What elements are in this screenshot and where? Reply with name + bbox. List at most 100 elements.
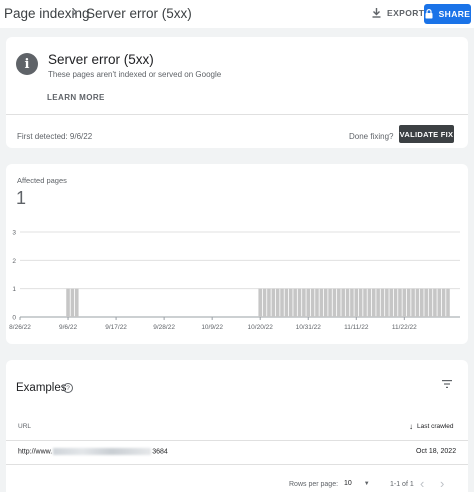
download-icon — [372, 8, 381, 18]
export-button[interactable]: EXPORT — [372, 8, 424, 18]
chart-bar — [258, 288, 262, 317]
x-tick-label: 11/22/22 — [392, 324, 417, 331]
chart-bar — [402, 288, 407, 317]
chart-bar — [385, 288, 389, 317]
chart-bar — [341, 288, 345, 317]
y-tick-label: 0 — [12, 315, 16, 322]
validate-fix-button[interactable]: VALIDATE FIX — [399, 125, 454, 143]
x-tick-label: 11/11/22 — [344, 324, 369, 331]
chart-bar — [262, 288, 267, 317]
chart-bar — [446, 288, 450, 317]
x-tick-label: 8/26/22 — [9, 324, 31, 331]
export-label: EXPORT — [387, 8, 425, 18]
x-tick-label: 9/28/22 — [153, 324, 175, 331]
chart-bar — [323, 288, 328, 317]
chart-bar — [358, 288, 363, 317]
table-row-url[interactable]: http://www. 3684 — [18, 448, 168, 455]
table-divider — [6, 464, 468, 465]
examples-card: Examples ? URL ↓ Last crawled http://www… — [6, 360, 468, 492]
done-fixing-label: Done fixing? — [349, 132, 394, 141]
chart-bar — [354, 288, 359, 317]
chart-bar — [297, 288, 302, 317]
url-prefix: http://www. — [18, 448, 53, 456]
chart-bar — [398, 288, 402, 317]
chart-bar — [310, 288, 315, 317]
url-suffix: 3684 — [152, 448, 168, 456]
share-button[interactable]: SHARE — [424, 4, 471, 24]
chart-bar — [337, 288, 341, 317]
share-label: SHARE — [438, 9, 471, 19]
lock-icon — [425, 9, 433, 19]
x-tick-label: 9/17/22 — [105, 324, 127, 331]
rows-per-page-value: 10 — [344, 480, 352, 487]
issue-card: i Server error (5xx) These pages aren't … — [6, 37, 468, 148]
chart-bar — [302, 288, 306, 317]
rows-per-page-select[interactable]: 10 ▼ — [344, 480, 370, 487]
chart-bar — [328, 288, 332, 317]
breadcrumb-current: Server error (5xx) — [86, 6, 192, 21]
divider — [6, 114, 468, 115]
chart-bar — [428, 288, 433, 317]
chart-bar — [393, 288, 398, 317]
chart-bar — [376, 288, 380, 317]
redacted-url-segment — [53, 448, 152, 455]
breadcrumb-separator-icon: › — [72, 3, 78, 20]
chart-bar — [420, 288, 424, 317]
filter-icon[interactable] — [442, 380, 452, 388]
chart-bar — [319, 288, 324, 317]
chart-bar — [367, 288, 372, 317]
x-tick-label: 9/6/22 — [59, 324, 77, 331]
chart-bar — [315, 288, 319, 317]
chart-bar — [74, 288, 79, 317]
x-tick-label: 10/20/22 — [248, 324, 274, 331]
chart-bar — [280, 288, 284, 317]
chart-bar — [350, 288, 354, 317]
chart-bar — [433, 288, 437, 317]
chart-bar — [275, 288, 280, 317]
x-tick-label: 10/31/22 — [296, 324, 322, 331]
top-bar: Page indexing › Server error (5xx) EXPOR… — [0, 0, 474, 28]
chart-bar — [406, 288, 411, 317]
chart-bar — [70, 288, 75, 317]
info-icon: i — [16, 53, 38, 75]
help-icon[interactable]: ? — [63, 383, 73, 393]
table-divider — [6, 440, 468, 441]
chart-bar — [441, 288, 446, 317]
issue-title: Server error (5xx) — [48, 52, 154, 67]
chart-bar — [332, 288, 337, 317]
chart-bar — [371, 288, 376, 317]
chart-bar — [271, 288, 276, 317]
column-header-url: URL — [18, 423, 32, 430]
y-tick-label: 3 — [12, 230, 16, 237]
affected-pages-label: Affected pages — [17, 176, 67, 185]
table-row-date: Oct 18, 2022 — [416, 448, 457, 455]
chart-bar — [267, 288, 271, 317]
chart-bar — [306, 288, 311, 317]
issue-subtitle: These pages aren't indexed or served on … — [48, 70, 222, 79]
y-tick-label: 1 — [12, 286, 16, 293]
learn-more-link[interactable]: LEARN MORE — [47, 93, 105, 102]
chart-bar — [345, 288, 350, 317]
chart-bar — [284, 288, 289, 317]
last-crawled-label: Last crawled — [417, 423, 454, 430]
chart-bar — [66, 288, 70, 317]
chart-bar — [363, 288, 367, 317]
affected-pages-chart: 0 1 2 3 8/26/22 9/6/22 9/17/22 9/28/22 10/9/22 10… — [9, 230, 460, 331]
sort-arrow-down-icon: ↓ — [409, 422, 413, 431]
chart-bar — [293, 288, 297, 317]
affected-pages-count: 1 — [16, 188, 27, 208]
chart-bar — [411, 288, 415, 317]
chart-bar — [389, 288, 394, 317]
previous-page-icon[interactable]: ‹ — [420, 476, 424, 491]
chart-bar — [288, 288, 293, 317]
next-page-icon[interactable]: › — [440, 476, 444, 491]
first-detected: First detected: 9/6/22 — [17, 132, 93, 141]
y-tick-label: 2 — [12, 258, 16, 265]
rows-per-page-label: Rows per page: — [289, 481, 339, 488]
chart-bar — [437, 288, 442, 317]
column-header-last-crawled[interactable]: ↓ Last crawled — [409, 422, 454, 431]
examples-title: Examples — [16, 382, 67, 394]
affected-pages-card: Affected pages 1 0 1 2 3 8/26/22 9/6/22 9/17/2… — [6, 164, 468, 344]
chart-bar — [424, 288, 428, 317]
x-tick-label: 10/9/22 — [201, 324, 223, 331]
